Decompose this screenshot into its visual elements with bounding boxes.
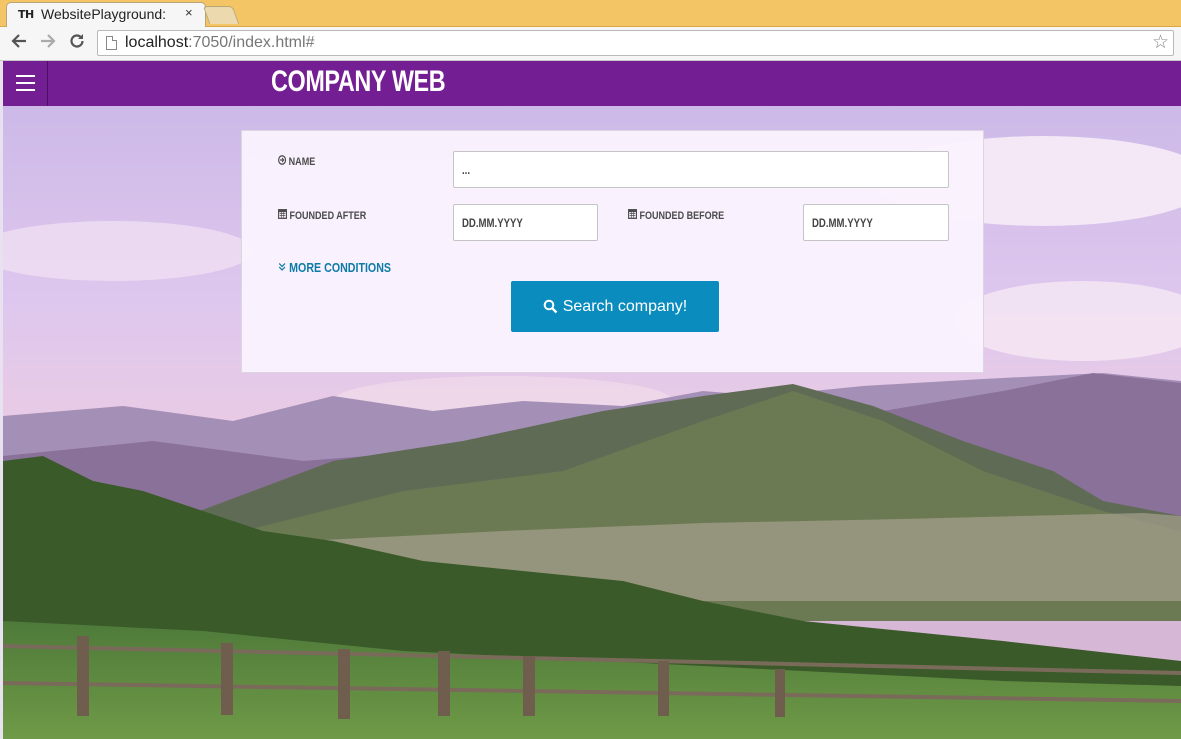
arrow-circle-right-icon (278, 155, 287, 168)
search-icon (543, 299, 558, 314)
founded-after-label: FOUNDED AFTER (278, 208, 366, 222)
double-chevron-down-icon (278, 260, 289, 275)
browser-toolbar: localhost:7050/index.html# ☆ (0, 27, 1181, 61)
new-tab-button[interactable] (202, 6, 240, 24)
brand-title: COMPANY WEB (271, 65, 446, 98)
name-label: NAME (278, 155, 315, 168)
founded-after-input[interactable]: DD.MM.YYYY (453, 204, 598, 241)
page-viewport: COMPANY WEB NAME ... FOUNDED AFTER DD.MM… (3, 61, 1181, 739)
reload-icon[interactable] (66, 32, 88, 54)
menu-icon[interactable] (3, 61, 48, 106)
founded-before-label: FOUNDED BEFORE (628, 208, 724, 222)
calendar-icon (278, 208, 287, 222)
app-header: COMPANY WEB (3, 61, 1181, 106)
url-text[interactable]: localhost:7050/index.html# (125, 34, 314, 52)
search-company-button[interactable]: Search company! (511, 281, 719, 332)
founded-before-input[interactable]: DD.MM.YYYY (803, 204, 949, 241)
favicon-icon: TH (18, 8, 34, 21)
page-icon (106, 36, 117, 50)
address-bar[interactable]: localhost:7050/index.html# ☆ (97, 30, 1174, 56)
browser-tabstrip: TH WebsitePlayground: × (0, 0, 1181, 27)
search-form-card: NAME ... FOUNDED AFTER DD.MM.YYYY FOUNDE… (241, 130, 984, 373)
calendar-icon (628, 208, 637, 222)
more-conditions-link[interactable]: MORE CONDITIONS (278, 260, 391, 275)
back-arrow-icon[interactable] (8, 32, 30, 54)
tab-close-icon[interactable]: × (185, 5, 193, 20)
forward-arrow-icon[interactable] (37, 32, 59, 54)
bookmark-star-icon[interactable]: ☆ (1152, 31, 1169, 53)
browser-tab[interactable]: TH WebsitePlayground: × (6, 2, 206, 27)
name-input[interactable]: ... (453, 151, 949, 188)
tab-title: WebsitePlayground: (41, 6, 167, 22)
